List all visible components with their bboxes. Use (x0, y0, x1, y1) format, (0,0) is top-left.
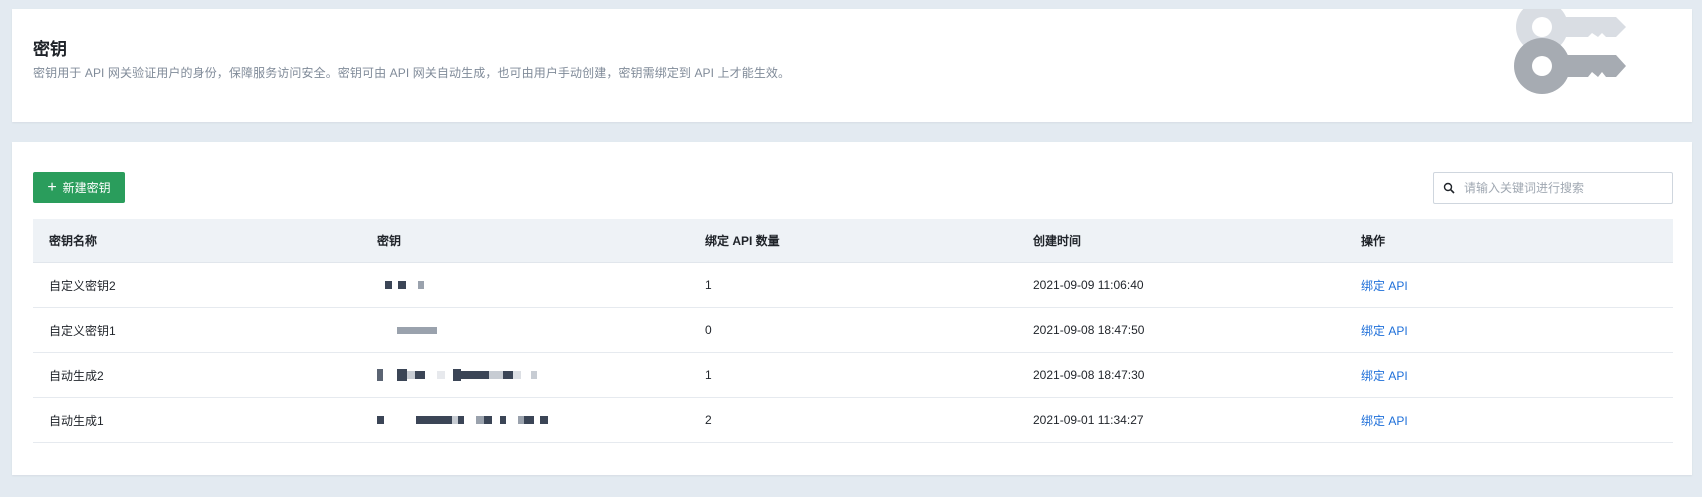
key-icon (1512, 9, 1642, 109)
key-list-panel: + 新建密钥 密钥名称 密钥 绑定 API 数量 创建时间 操作 自定义密钥2 (12, 142, 1692, 475)
masked-secret (377, 413, 689, 427)
api-count-cell: 0 (705, 323, 712, 337)
search-icon (1434, 182, 1464, 194)
api-count-cell: 1 (705, 368, 712, 382)
search-box[interactable] (1433, 172, 1673, 204)
masked-secret (377, 278, 689, 292)
create-key-button[interactable]: + 新建密钥 (33, 172, 125, 203)
table-row: 自动生成2 1 2021-09-08 18:47:30 绑定 API (33, 353, 1673, 398)
secret-cell (361, 278, 689, 292)
bind-api-link[interactable]: 绑定 API (1345, 412, 1673, 429)
column-header-created: 创建时间 (1033, 234, 1082, 248)
api-count-cell: 2 (705, 413, 712, 427)
column-header-api-count: 绑定 API 数量 (705, 234, 780, 248)
bind-api-link[interactable]: 绑定 API (1345, 322, 1673, 339)
secret-cell (361, 323, 689, 337)
plus-icon: + (47, 178, 57, 196)
create-key-label: 新建密钥 (62, 181, 111, 195)
search-input[interactable] (1464, 173, 1672, 203)
table-row: 自动生成1 2 2021-09-01 11:34:27 绑定 API (33, 398, 1673, 443)
key-name-cell: 自定义密钥2 (49, 278, 116, 293)
table-row: 自定义密钥1 0 2021-09-08 18:47:50 绑定 API (33, 308, 1673, 353)
page-description: 密钥用于 API 网关验证用户的身份，保障服务访问安全。密钥可由 API 网关自… (33, 66, 791, 80)
created-time-cell: 2021-09-08 18:47:50 (1033, 323, 1145, 337)
header-card: 密钥 密钥用于 API 网关验证用户的身份，保障服务访问安全。密钥可由 API … (12, 9, 1692, 122)
column-header-name: 密钥名称 (49, 234, 98, 248)
key-name-cell: 自定义密钥1 (49, 323, 116, 338)
bind-api-link[interactable]: 绑定 API (1345, 367, 1673, 384)
masked-secret (377, 368, 689, 382)
page-title: 密钥 (33, 40, 67, 59)
created-time-cell: 2021-09-01 11:34:27 (1033, 413, 1144, 427)
table-header: 密钥名称 密钥 绑定 API 数量 创建时间 操作 (33, 219, 1673, 263)
column-header-secret: 密钥 (377, 234, 402, 248)
created-time-cell: 2021-09-09 11:06:40 (1033, 278, 1144, 292)
api-count-cell: 1 (705, 278, 712, 292)
keys-table: 密钥名称 密钥 绑定 API 数量 创建时间 操作 自定义密钥2 1 2021-… (33, 219, 1673, 443)
created-time-cell: 2021-09-08 18:47:30 (1033, 368, 1145, 382)
key-name-cell: 自动生成2 (49, 368, 104, 383)
secret-cell (361, 368, 689, 382)
key-name-cell: 自动生成1 (49, 413, 104, 428)
bind-api-link[interactable]: 绑定 API (1345, 277, 1673, 294)
secret-cell (361, 413, 689, 427)
column-header-action: 操作 (1361, 234, 1386, 248)
masked-secret (377, 323, 689, 337)
table-row: 自定义密钥2 1 2021-09-09 11:06:40 绑定 API (33, 263, 1673, 308)
